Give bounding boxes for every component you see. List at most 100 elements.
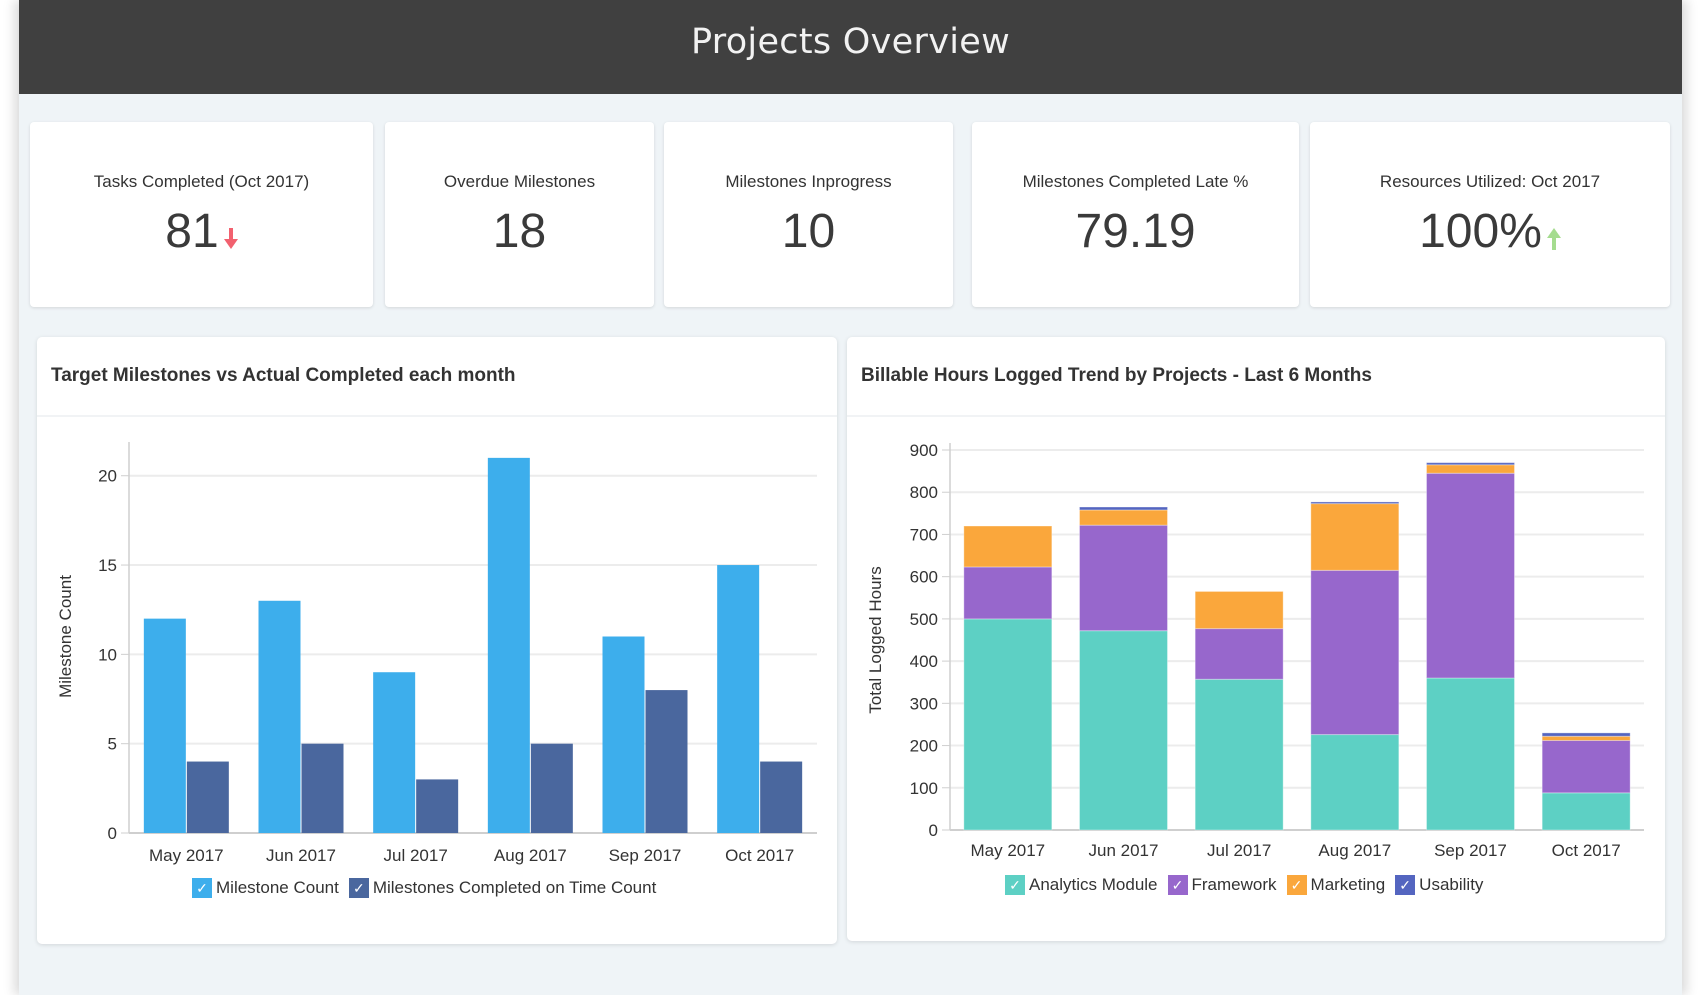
milestones-bar-chart: 0 5 10 15 20 Milestone Count May 2017 Jun 2017 J… (56, 442, 817, 865)
bar-marketing (1079, 509, 1168, 526)
kpi-card-milestones-completed-late[interactable]: Milestones Completed Late % 79.19 (972, 122, 1299, 307)
x-tick-label: Jun 2017 (1089, 841, 1159, 860)
y-tick-label: 700 (910, 525, 938, 544)
bar-usability (1541, 732, 1631, 737)
kpi-card-tasks-completed[interactable]: Tasks Completed (Oct 2017) 81 (30, 122, 373, 307)
kpi-value: 79.19 (1075, 205, 1196, 258)
bar-framework (1426, 472, 1515, 679)
y-axis-label: Total Logged Hours (866, 566, 885, 713)
kpi-value: 18 (492, 205, 547, 258)
y-tick-label: 600 (910, 568, 938, 587)
bar-milestones-completed-on-time-count (186, 761, 229, 833)
bar-framework (1310, 569, 1400, 736)
y-tick-label: 800 (910, 483, 938, 502)
checkbox-icon[interactable]: ✓ (192, 878, 212, 898)
y-tick-label: 5 (108, 735, 117, 754)
legend-item-marketing[interactable]: ✓ Marketing (1286, 875, 1386, 895)
x-tick-label: Aug 2017 (1318, 841, 1391, 860)
bar-analytics-module (1426, 677, 1515, 831)
kpi-value: 81 (165, 205, 219, 258)
legend-item-usability[interactable]: ✓ Usability (1395, 875, 1483, 895)
bar-milestones-completed-on-time-count (416, 779, 459, 833)
legend-item-analytics-module[interactable]: ✓ Analytics Module (1005, 875, 1158, 895)
kpi-label: Milestones Inprogress (725, 172, 892, 191)
bar-milestone-count (258, 600, 301, 833)
billable-hours-stacked-chart: 0 100 200 300 400 500 600 700 800 900 Total Logged… (866, 441, 1644, 860)
y-tick-label: 300 (910, 694, 938, 713)
bar-milestones-completed-on-time-count (301, 743, 344, 833)
bar-marketing (1310, 503, 1400, 571)
bar-usability (1426, 462, 1515, 466)
bar-usability (1079, 506, 1168, 511)
legend-label: Analytics Module (1029, 875, 1158, 894)
x-tick-label: Jun 2017 (266, 846, 336, 865)
kpi-value: 10 (781, 205, 836, 258)
kpi-card-resources-utilized[interactable]: Resources Utilized: Oct 2017 100% (1310, 122, 1670, 307)
x-tick-label: Aug 2017 (494, 846, 567, 865)
x-tick-label: Sep 2017 (1434, 841, 1507, 860)
legend-item-framework[interactable]: ✓ Framework (1167, 875, 1277, 895)
arrow-down-icon (223, 228, 238, 249)
bar-milestone-count (602, 636, 645, 833)
y-tick-label: 0 (108, 824, 117, 843)
kpi-label: Overdue Milestones (443, 172, 596, 191)
bar-milestone-count (717, 565, 760, 833)
y-tick-label: 100 (910, 779, 938, 798)
y-tick-label: 10 (98, 645, 117, 664)
chart-legend: ✓ Milestone Count ✓ Milestones Completed on… (192, 878, 666, 898)
bar-analytics-module (1194, 678, 1284, 831)
bar-framework (963, 566, 1053, 620)
legend-label: Milestone Count (216, 878, 339, 897)
kpi-card-milestones-inprogress[interactable]: Milestones Inprogress 10 (664, 122, 953, 307)
kpi-value: 100% (1419, 205, 1542, 258)
bar-milestones-completed-on-time-count (760, 761, 803, 833)
bar-analytics-module (1541, 792, 1631, 831)
bar-marketing (1426, 464, 1515, 474)
bar-milestone-count (373, 672, 416, 833)
y-tick-label: 0 (929, 821, 938, 840)
bar-analytics-module (963, 618, 1053, 831)
bar-marketing (1194, 590, 1284, 630)
bar-milestone-count (143, 618, 186, 833)
x-tick-label: May 2017 (970, 841, 1045, 860)
checkbox-icon[interactable]: ✓ (1286, 875, 1307, 895)
legend-item-milestones-completed-on-time-count[interactable]: ✓ Milestones Completed on Time Count (348, 878, 657, 898)
checkbox-icon[interactable]: ✓ (348, 878, 369, 898)
bar-milestone-count (487, 457, 530, 833)
y-tick-label: 200 (910, 737, 938, 756)
y-tick-label: 500 (910, 610, 938, 629)
y-tick-label: 20 (98, 467, 117, 486)
legend-label: Framework (1191, 875, 1277, 894)
legend-label: Marketing (1310, 875, 1386, 894)
bar-marketing (1541, 735, 1631, 741)
legend-item-milestone-count[interactable]: ✓ Milestone Count (192, 878, 339, 898)
y-tick-label: 900 (910, 441, 938, 460)
bar-analytics-module (1079, 630, 1168, 831)
page-title: Projects Overview (691, 22, 1010, 62)
legend-label: Usability (1419, 875, 1484, 894)
kpi-card-overdue-milestones[interactable]: Overdue Milestones 18 (385, 122, 654, 307)
x-tick-label: May 2017 (149, 846, 224, 865)
y-tick-label: 15 (98, 556, 117, 575)
arrow-up-icon (1546, 228, 1561, 250)
bar-milestones-completed-on-time-count (645, 690, 688, 833)
kpi-label: Tasks Completed (Oct 2017) (93, 172, 310, 191)
x-tick-label: Oct 2017 (1552, 841, 1621, 860)
bar-framework (1079, 524, 1168, 632)
y-axis-label: Milestone Count (56, 575, 75, 698)
kpi-label: Milestones Completed Late % (1022, 172, 1249, 191)
milestones-chart-panel: Target Milestones vs Actual Completed ea… (37, 337, 837, 944)
checkbox-icon[interactable]: ✓ (1005, 875, 1025, 895)
legend-label: Milestones Completed on Time Count (372, 878, 657, 897)
x-tick-label: Jul 2017 (384, 846, 448, 865)
billable-hours-chart-panel: Billable Hours Logged Trend by Projects … (847, 337, 1665, 941)
x-tick-label: Jul 2017 (1207, 841, 1271, 860)
bar-marketing (963, 525, 1053, 568)
bar-milestones-completed-on-time-count (530, 743, 573, 833)
chart-legend: ✓ Analytics Module ✓ Framework ✓ Marketing ✓ Us… (1005, 875, 1493, 895)
checkbox-icon[interactable]: ✓ (1167, 875, 1188, 895)
x-tick-label: Oct 2017 (725, 846, 794, 865)
x-tick-label: Sep 2017 (609, 846, 682, 865)
y-tick-label: 400 (910, 652, 938, 671)
checkbox-icon[interactable]: ✓ (1395, 875, 1416, 895)
